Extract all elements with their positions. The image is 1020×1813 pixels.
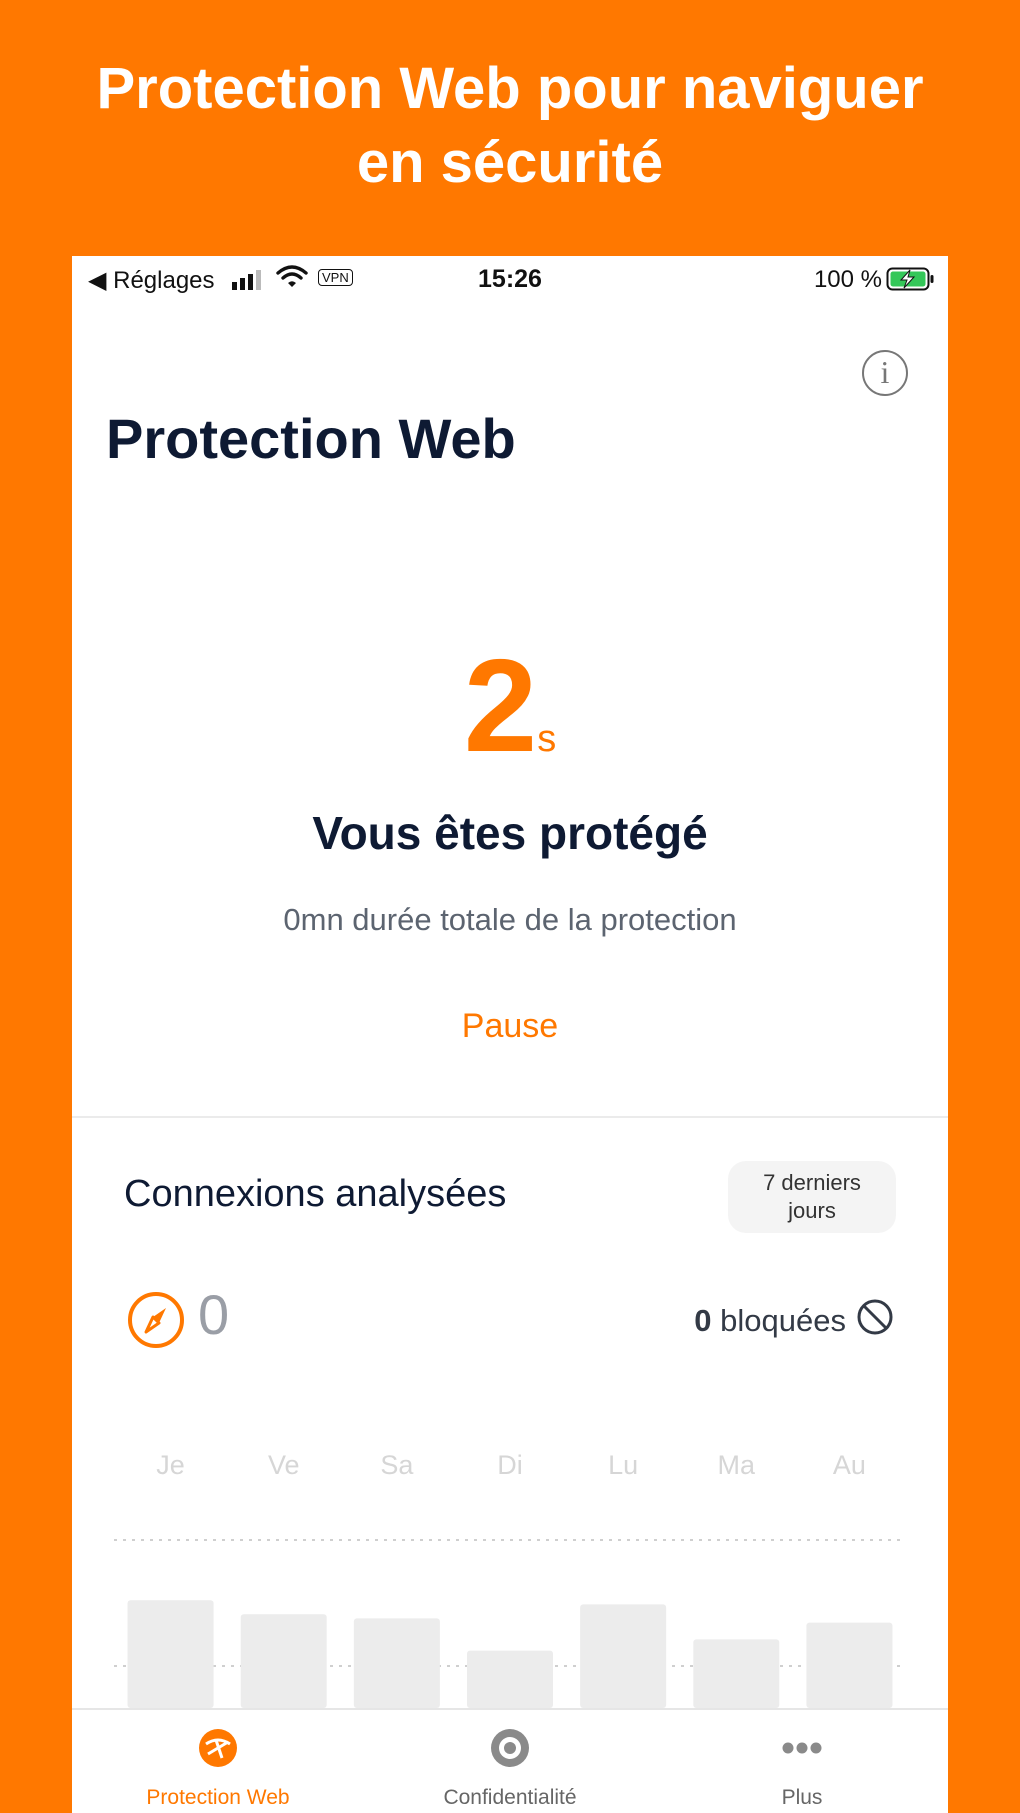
connections-bar-chart: Je Ve Sa Di Lu Ma Au bbox=[114, 1450, 906, 1708]
shield-web-icon bbox=[196, 1726, 240, 1775]
chart-day-label: Au bbox=[833, 1450, 866, 1480]
pause-button[interactable]: Pause bbox=[72, 1007, 948, 1046]
tab-bar: Protection Web Confidentialité Plus bbox=[72, 1708, 948, 1813]
connections-section-title: Connexions analysées bbox=[124, 1173, 507, 1215]
chart-bar-lu bbox=[580, 1604, 667, 1708]
protection-timer: 2s bbox=[72, 631, 948, 781]
blocked-icon bbox=[856, 1298, 894, 1344]
total-protection-duration: 0mn durée totale de la protection bbox=[283, 902, 737, 937]
blocked-label: bloquées bbox=[720, 1303, 846, 1338]
chart-day-label: Lu bbox=[608, 1450, 638, 1480]
tab-protection-web[interactable]: Protection Web bbox=[72, 1710, 364, 1813]
period-line-1: 7 derniers bbox=[763, 1170, 861, 1195]
compass-icon bbox=[126, 1290, 186, 1355]
chart-day-label: Je bbox=[156, 1450, 185, 1480]
battery-percent: 100 % bbox=[813, 266, 882, 293]
chart-bar-je bbox=[127, 1600, 214, 1708]
chart-day-label: Ve bbox=[268, 1450, 300, 1480]
blocked-count: 0 bbox=[694, 1303, 712, 1338]
chart-bar-ve bbox=[240, 1614, 327, 1708]
phone-screen: ◀ Réglages VPN 15:26 100 % i Protection … bbox=[72, 256, 948, 1813]
chart-day-label: Di bbox=[497, 1450, 523, 1480]
eye-icon bbox=[488, 1726, 532, 1775]
more-dots-icon bbox=[777, 1726, 827, 1775]
page-title: Protection Web bbox=[106, 407, 516, 470]
blocked-summary: 0 bloquées bbox=[694, 1298, 894, 1344]
protection-status: Vous êtes protégé bbox=[312, 807, 708, 859]
period-line-2: jours bbox=[788, 1198, 836, 1223]
chart-bar-di bbox=[467, 1650, 553, 1708]
status-bar: ◀ Réglages VPN 15:26 100 % bbox=[72, 256, 948, 302]
tab-label-confidentialite: Confidentialité bbox=[443, 1786, 577, 1809]
chart-bar-au bbox=[806, 1622, 893, 1708]
banner-line-1: Protection Web pour naviguer bbox=[96, 56, 924, 121]
tab-label-plus: Plus bbox=[781, 1786, 823, 1809]
chart-day-label: Ma bbox=[718, 1450, 756, 1480]
section-divider bbox=[72, 1116, 948, 1118]
timer-unit: s bbox=[537, 718, 557, 760]
chart-day-label: Sa bbox=[380, 1450, 414, 1480]
chart-bar-ma bbox=[693, 1639, 780, 1708]
tab-plus[interactable]: Plus bbox=[656, 1710, 948, 1813]
info-button[interactable]: i bbox=[862, 350, 908, 396]
promo-banner: Protection Web pour naviguer en sécurité bbox=[0, 52, 1020, 200]
battery-charging-icon bbox=[886, 267, 936, 298]
tab-label-protection-web: Protection Web bbox=[146, 1786, 290, 1809]
period-selector-button[interactable]: 7 derniers jours bbox=[728, 1161, 896, 1233]
scanned-connections-count: 0 bbox=[198, 1283, 230, 1346]
timer-value: 2 bbox=[463, 632, 538, 779]
banner-line-2: en sécurité bbox=[356, 130, 664, 195]
chart-bar-sa bbox=[353, 1618, 440, 1708]
tab-confidentialite[interactable]: Confidentialité bbox=[364, 1710, 656, 1813]
